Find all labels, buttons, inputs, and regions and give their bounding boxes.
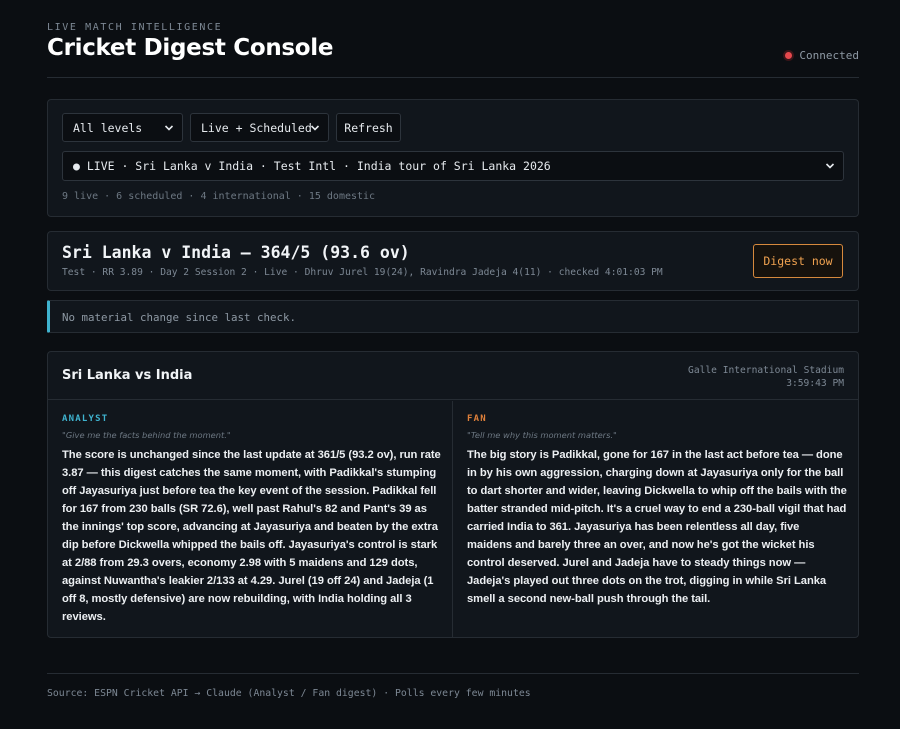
status-notice: No material change since last check.: [47, 300, 859, 333]
status-dot-icon: [785, 52, 793, 59]
score-meta: Test · RR 3.89 · Day 2 Session 2 · Live …: [62, 267, 663, 278]
header-divider: [47, 77, 859, 78]
footer-source: Source: ESPN Cricket API → Claude (Analy…: [47, 688, 531, 699]
analyst-digest-text: The score is unchanged since the last up…: [62, 449, 441, 623]
fan-column: FAN "Tell me why this moment matters." T…: [453, 401, 858, 638]
analyst-role-label: ANALYST: [62, 414, 109, 424]
digest-card-header: Sri Lanka vs India Galle International S…: [48, 352, 858, 400]
page-eyebrow: LIVE MATCH INTELLIGENCE: [47, 22, 223, 33]
digest-venue-time: Galle International Stadium 3:59:43 PM: [688, 364, 844, 390]
status-select[interactable]: Live + Scheduled: [190, 113, 329, 142]
chevron-down-icon: [825, 163, 835, 169]
match-select[interactable]: ● LIVE · Sri Lanka v India · Test Intl ·…: [62, 151, 844, 181]
score-headline: Sri Lanka v India — 364/5 (93.6 ov): [62, 243, 410, 262]
digest-time: 3:59:43 PM: [786, 378, 844, 389]
footer-divider: [47, 673, 859, 674]
analyst-prompt: "Give me the facts behind the moment.": [62, 430, 231, 440]
fan-role-label: FAN: [467, 414, 487, 424]
page-title: Cricket Digest Console: [47, 35, 334, 61]
analyst-column: ANALYST "Give me the facts behind the mo…: [48, 401, 453, 638]
refresh-button[interactable]: Refresh: [336, 113, 401, 142]
level-select-value: All levels: [73, 120, 143, 135]
digest-card: Sri Lanka vs India Galle International S…: [47, 351, 859, 638]
fan-digest-text: The big story is Padikkal, gone for 167 …: [467, 449, 847, 605]
chevron-down-icon: [164, 125, 174, 131]
connection-status: Connected: [785, 49, 859, 62]
scoreboard-panel: Sri Lanka v India — 364/5 (93.6 ov) Test…: [47, 231, 859, 291]
chevron-down-icon: [310, 125, 320, 131]
digest-now-button[interactable]: Digest now: [753, 244, 843, 278]
status-select-value: Live + Scheduled: [201, 120, 312, 135]
match-counts: 9 live · 6 scheduled · 4 international ·…: [62, 191, 376, 202]
connection-status-label: Connected: [799, 49, 859, 62]
venue-name: Galle International Stadium: [688, 365, 844, 376]
match-select-value: ● LIVE · Sri Lanka v India · Test Intl ·…: [73, 159, 551, 173]
filters-panel: All levels Live + Scheduled Refresh ● LI…: [47, 99, 859, 217]
fan-prompt: "Tell me why this moment matters.": [467, 430, 617, 440]
notice-text: No material change since last check.: [62, 311, 297, 324]
level-select[interactable]: All levels: [62, 113, 183, 142]
digest-title: Sri Lanka vs India: [62, 368, 193, 383]
